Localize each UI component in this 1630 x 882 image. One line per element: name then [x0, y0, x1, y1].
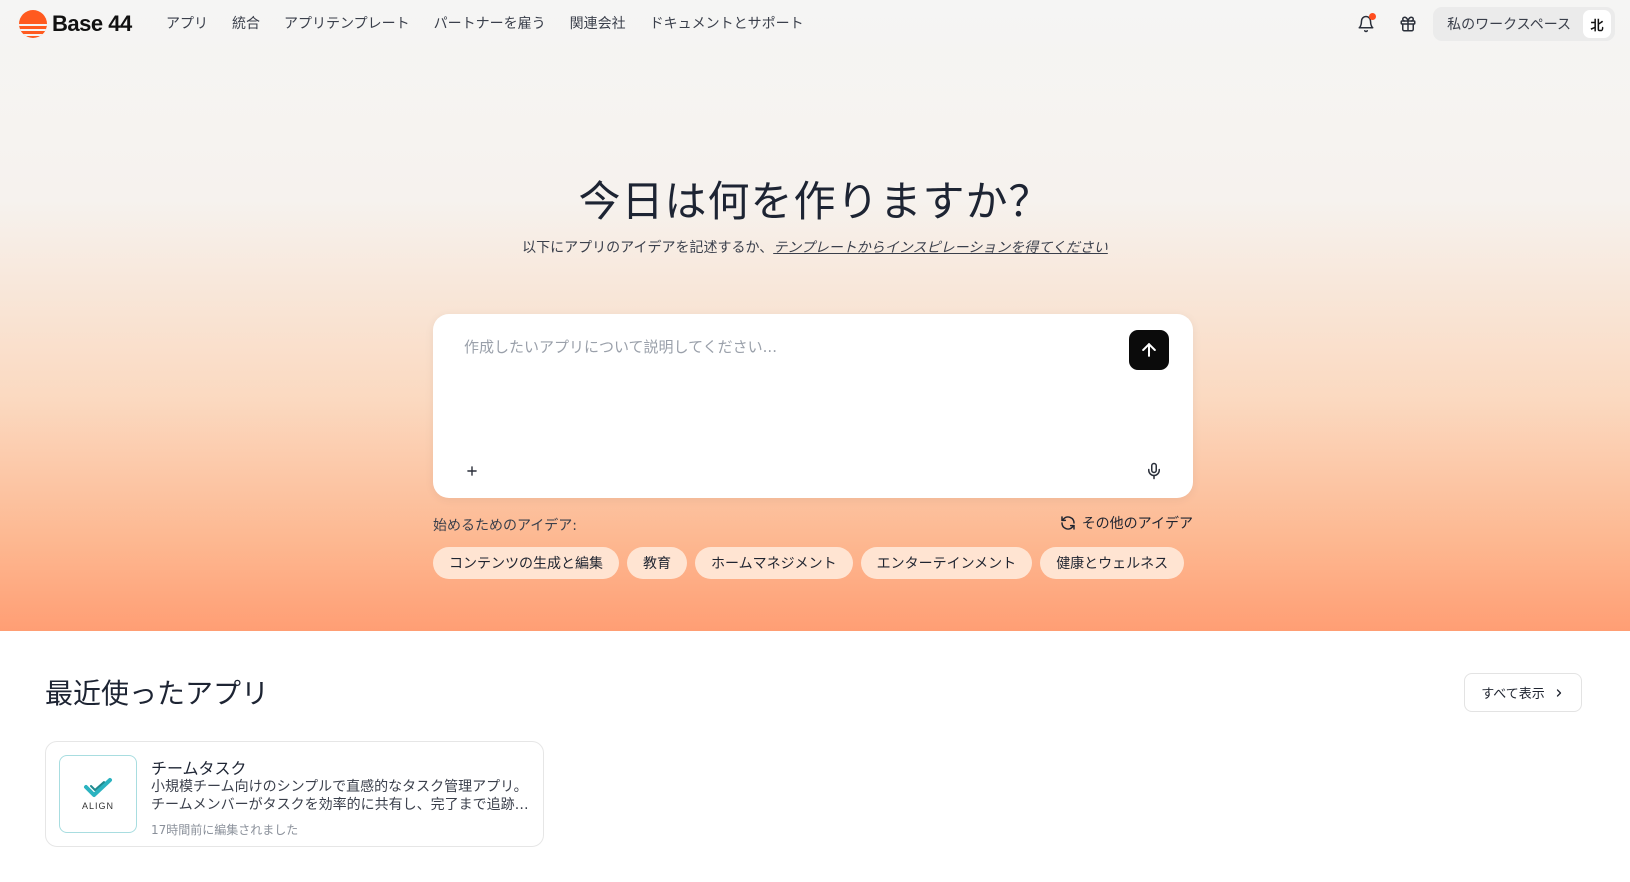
app-description-input[interactable]: [464, 336, 1104, 426]
notifications-button[interactable]: [1349, 7, 1383, 41]
attach-button[interactable]: [461, 460, 483, 482]
nav-links: アプリ 統合 アプリテンプレート パートナーを雇う 関連会社 ドキュメントとサポ…: [166, 13, 828, 33]
nav-link-app-templates[interactable]: アプリテンプレート: [284, 13, 410, 33]
workspace-label: 私のワークスペース: [1447, 17, 1571, 33]
chevron-right-icon: [1556, 688, 1561, 697]
chip-education[interactable]: 教育: [627, 547, 687, 579]
templates-inspiration-link[interactable]: テンプレートからインスピレーションを得てください: [773, 240, 1108, 256]
chip-entertainment[interactable]: エンターテインメント: [860, 547, 1033, 579]
refresh-icon: [1060, 516, 1075, 530]
see-all-button[interactable]: すべて表示: [1464, 673, 1582, 712]
nav-link-integrations[interactable]: 統合: [232, 13, 260, 33]
app-thumbnail: ALIGN: [59, 755, 137, 833]
app-name: チームタスク: [151, 759, 247, 778]
align-check-logo-icon: [84, 778, 112, 797]
chip-content-generation[interactable]: コンテンツの生成と編集: [433, 547, 619, 579]
nav-link-hire-partner[interactable]: パートナーを雇う: [434, 13, 546, 33]
app-edited-time: 17時間前に編集されました: [151, 823, 299, 837]
ideas-label: 始めるためのアイデア:: [433, 518, 578, 534]
hero-subtitle: 以下にアプリのアイデアを記述するか、テンプレートからインスピレーションを得てくだ…: [0, 237, 1630, 257]
microphone-icon: [1148, 462, 1160, 480]
nav-link-apps[interactable]: アプリ: [166, 13, 208, 33]
prompt-box: [433, 314, 1193, 498]
top-nav: Base 44 アプリ 統合 アプリテンプレート パートナーを雇う 関連会社 ド…: [0, 0, 1630, 47]
voice-input-button[interactable]: [1143, 460, 1165, 482]
gift-button[interactable]: [1391, 7, 1425, 41]
chip-health-wellness[interactable]: 健康とウェルネス: [1040, 547, 1185, 579]
more-ideas-label: その他のアイデア: [1081, 516, 1193, 532]
app-thumb-label: ALIGN: [81, 801, 114, 811]
recent-apps-title: 最近使ったアプリ: [45, 677, 270, 710]
plus-icon: [467, 466, 477, 476]
app-description: 小規模チーム向けのシンプルで直感的なタスク管理アプリ。チームメンバーがタスクを効…: [151, 779, 529, 813]
see-all-label: すべて表示: [1481, 687, 1545, 702]
more-ideas-button[interactable]: その他のアイデア: [1060, 513, 1193, 533]
brand-name: Base 44: [52, 11, 132, 36]
brand-logo[interactable]: Base 44: [19, 10, 132, 38]
gift-icon: [1400, 16, 1416, 32]
chip-home-management[interactable]: ホームマネジメント: [695, 547, 853, 579]
idea-chips: コンテンツの生成と編集 教育 ホームマネジメント エンターテインメント 健康とウ…: [433, 547, 1192, 579]
page-title: 今日は何を作りますか？: [578, 177, 1052, 226]
base44-logo-icon: [19, 10, 47, 38]
nav-right: 私のワークスペース 北: [1349, 7, 1615, 41]
app-card[interactable]: ALIGN チームタスク 小規模チーム向けのシンプルで直感的なタスク管理アプリ。…: [45, 741, 544, 847]
arrow-up-icon: [1142, 343, 1156, 357]
nav-link-docs-support[interactable]: ドキュメントとサポート: [650, 13, 804, 33]
workspace-switcher[interactable]: 私のワークスペース 北: [1433, 7, 1615, 41]
nav-link-affiliates[interactable]: 関連会社: [570, 13, 626, 33]
subtitle-text: 以下にアプリのアイデアを記述するか、: [522, 240, 774, 256]
send-button[interactable]: [1129, 330, 1169, 370]
avatar: 北: [1583, 10, 1611, 38]
